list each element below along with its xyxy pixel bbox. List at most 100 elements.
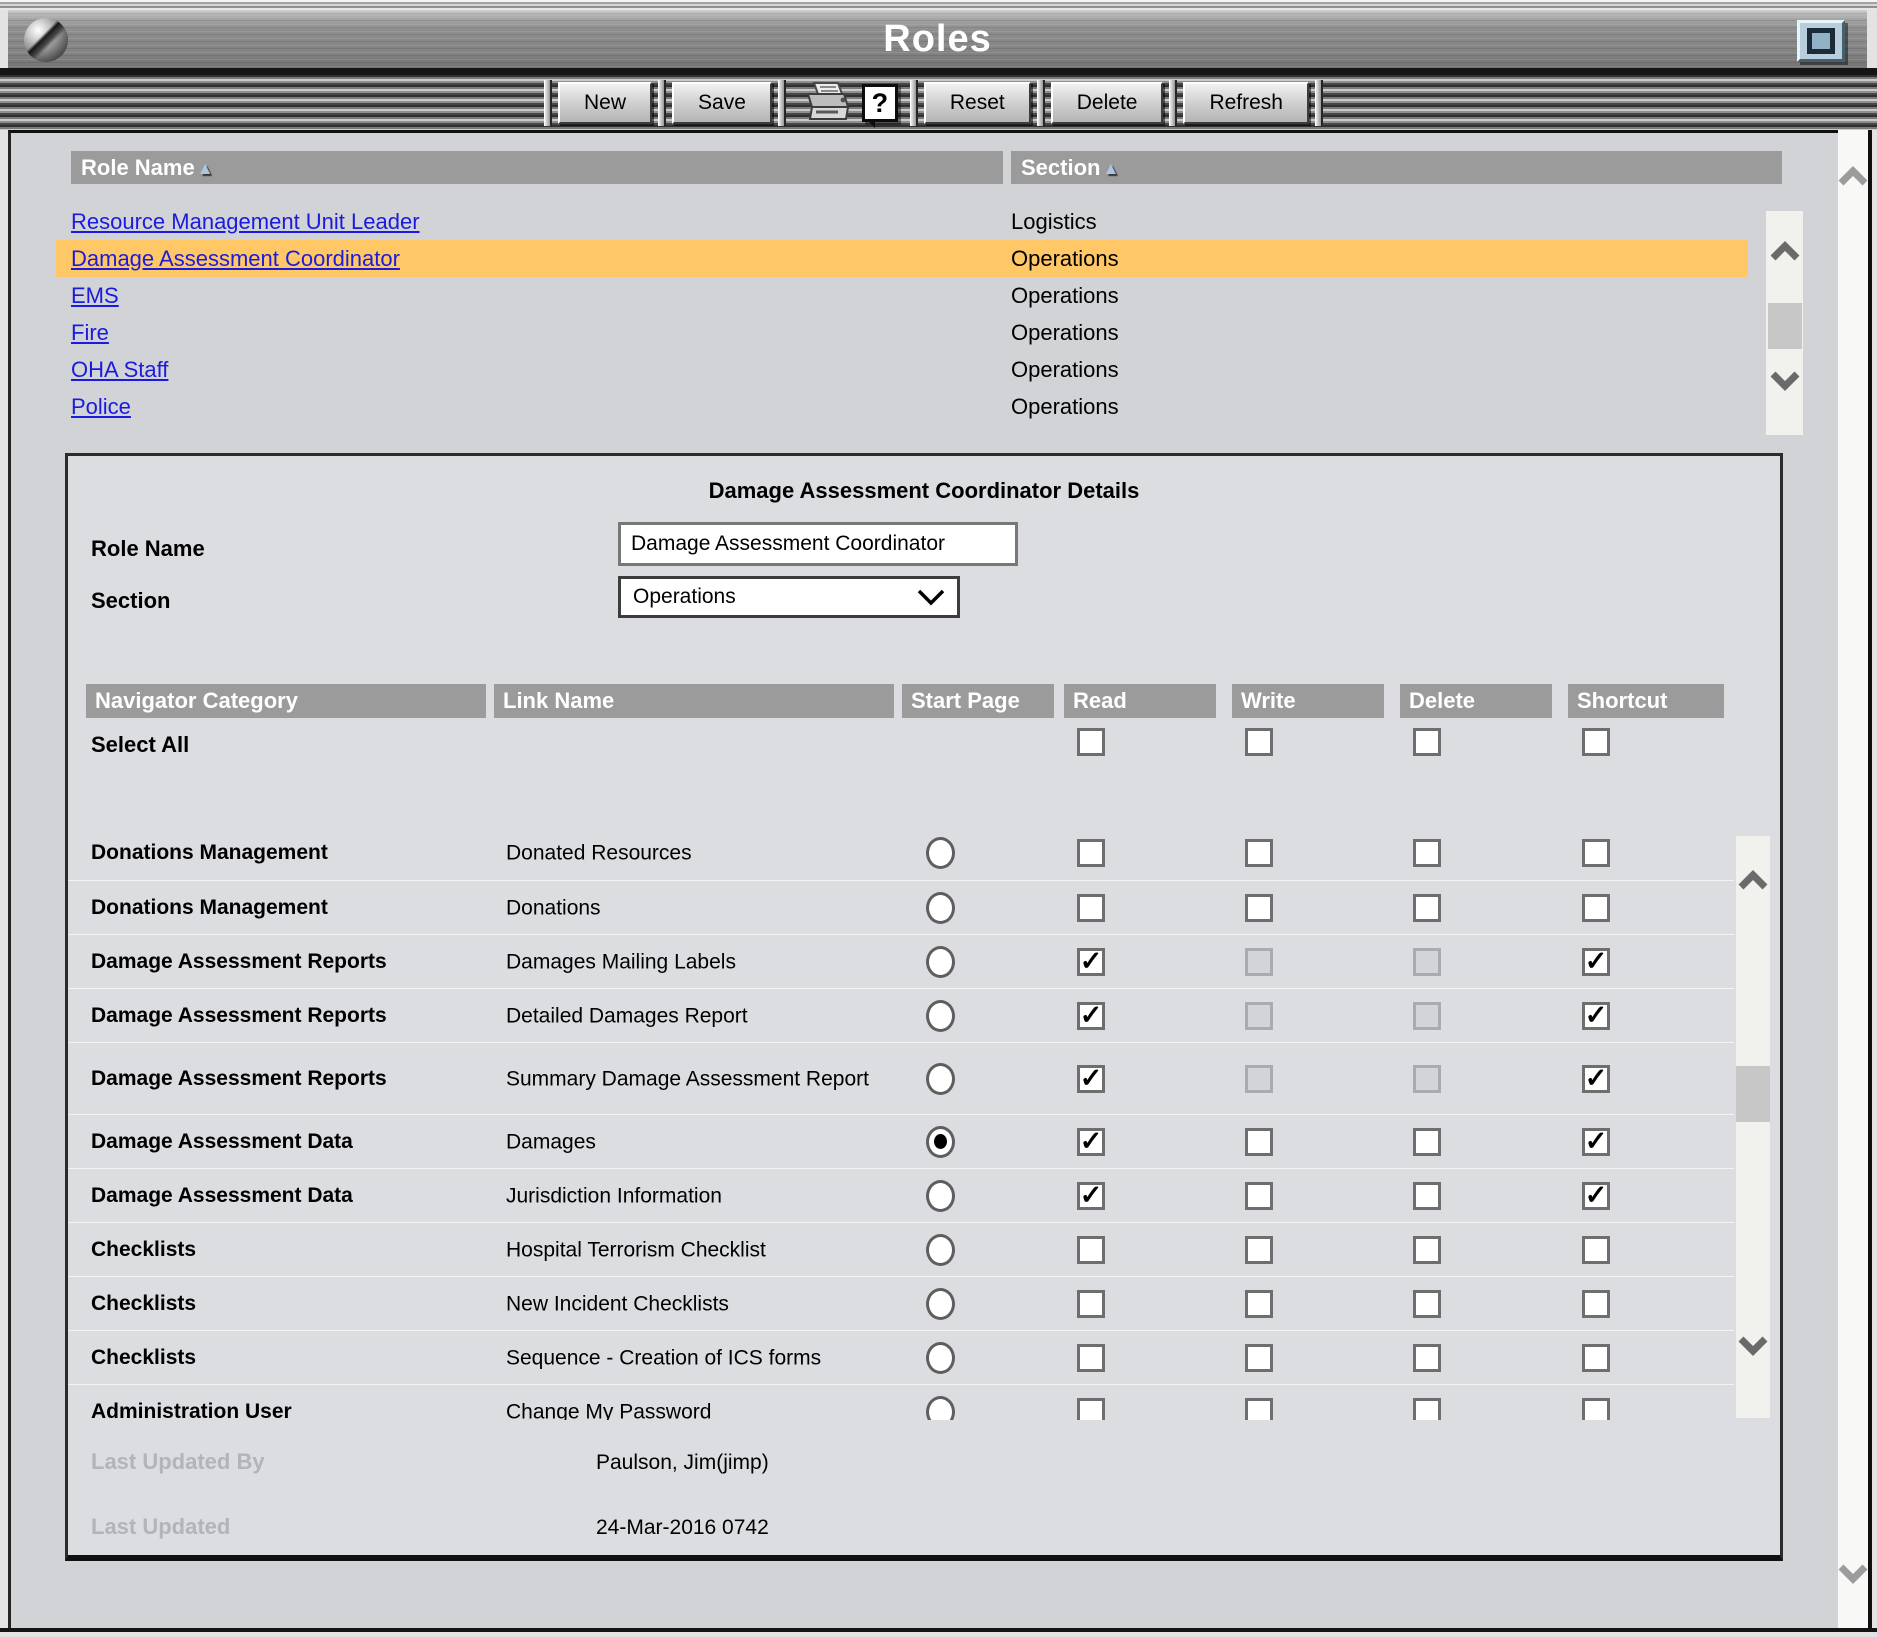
new-button[interactable]: New — [558, 82, 652, 124]
delete-checkbox[interactable] — [1413, 1398, 1441, 1421]
write-checkbox — [1245, 948, 1273, 976]
role-row: FireOperations — [56, 314, 1748, 351]
shortcut-checkbox[interactable] — [1582, 1398, 1610, 1421]
start-page-radio[interactable] — [926, 1126, 955, 1158]
scroll-down-icon[interactable] — [1838, 1564, 1868, 1584]
read-checkbox[interactable] — [1077, 1344, 1105, 1372]
write-header: Write — [1232, 684, 1384, 718]
delete-checkbox[interactable] — [1413, 1290, 1441, 1318]
write-checkbox — [1245, 1002, 1273, 1030]
toolbar-separator — [1037, 80, 1045, 126]
print-button[interactable] — [798, 81, 850, 125]
write-checkbox[interactable] — [1245, 1290, 1273, 1318]
start-page-radio[interactable] — [926, 1180, 955, 1212]
start-page-radio[interactable] — [926, 1234, 955, 1266]
write-checkbox[interactable] — [1245, 894, 1273, 922]
delete-button[interactable]: Delete — [1051, 82, 1164, 124]
select-all-read-checkbox[interactable] — [1077, 728, 1105, 756]
shortcut-checkbox[interactable] — [1582, 839, 1610, 867]
delete-checkbox[interactable] — [1413, 894, 1441, 922]
start-page-radio[interactable] — [926, 1342, 955, 1374]
start-page-radio[interactable] — [926, 1288, 955, 1320]
scroll-up-icon[interactable] — [1770, 241, 1800, 261]
start-page-radio[interactable] — [926, 946, 955, 978]
delete-checkbox[interactable] — [1413, 1344, 1441, 1372]
delete-checkbox[interactable] — [1413, 839, 1441, 867]
write-checkbox[interactable] — [1245, 1182, 1273, 1210]
section-column-header[interactable]: Section▲ — [1011, 151, 1782, 184]
role-name-link[interactable]: Resource Management Unit Leader — [71, 209, 420, 234]
scroll-down-icon[interactable] — [1738, 1336, 1768, 1356]
delete-checkbox[interactable] — [1413, 1182, 1441, 1210]
help-icon: ? — [862, 84, 898, 122]
permissions-scrollbar[interactable] — [1736, 836, 1770, 1418]
delete-header: Delete — [1400, 684, 1552, 718]
navigator-category-cell: Donations Management — [91, 841, 328, 865]
read-checkbox[interactable]: ✓ — [1077, 1182, 1105, 1210]
role-name-link[interactable]: Police — [71, 394, 131, 419]
select-all-delete-checkbox[interactable] — [1413, 728, 1441, 756]
role-name-column-header[interactable]: Role Name▲ — [71, 151, 1003, 184]
write-checkbox[interactable] — [1245, 839, 1273, 867]
last-updated-by-label: Last Updated By — [91, 1449, 265, 1475]
role-name-link[interactable]: EMS — [71, 283, 119, 308]
scroll-down-icon[interactable] — [1770, 371, 1800, 391]
scroll-up-icon[interactable] — [1838, 166, 1868, 186]
role-name-link[interactable]: Fire — [71, 320, 109, 345]
permission-row: Donations ManagementDonations — [68, 880, 1734, 934]
read-checkbox[interactable] — [1077, 1236, 1105, 1264]
read-checkbox[interactable]: ✓ — [1077, 1065, 1105, 1093]
start-page-radio[interactable] — [926, 1000, 955, 1032]
permission-row: Damage Assessment ReportsDetailed Damage… — [68, 988, 1734, 1042]
toolbar-separator — [1315, 80, 1323, 126]
shortcut-checkbox[interactable] — [1582, 1344, 1610, 1372]
shortcut-checkbox[interactable]: ✓ — [1582, 1065, 1610, 1093]
shortcut-checkbox[interactable]: ✓ — [1582, 948, 1610, 976]
shortcut-checkbox[interactable]: ✓ — [1582, 1182, 1610, 1210]
navigator-category-cell: Damage Assessment Data — [91, 1130, 353, 1154]
read-checkbox[interactable]: ✓ — [1077, 1002, 1105, 1030]
read-checkbox[interactable] — [1077, 1290, 1105, 1318]
write-checkbox[interactable] — [1245, 1344, 1273, 1372]
read-checkbox[interactable] — [1077, 839, 1105, 867]
reset-button[interactable]: Reset — [924, 82, 1031, 124]
shortcut-checkbox[interactable] — [1582, 894, 1610, 922]
read-checkbox[interactable]: ✓ — [1077, 948, 1105, 976]
save-button[interactable]: Save — [672, 82, 772, 124]
page-scrollbar[interactable] — [1838, 130, 1872, 1628]
start-page-radio[interactable] — [926, 892, 955, 924]
shortcut-checkbox[interactable] — [1582, 1290, 1610, 1318]
start-page-radio[interactable] — [926, 1063, 955, 1095]
shortcut-checkbox[interactable] — [1582, 1236, 1610, 1264]
scroll-up-icon[interactable] — [1738, 870, 1768, 890]
select-all-write-checkbox[interactable] — [1245, 728, 1273, 756]
read-checkbox[interactable] — [1077, 894, 1105, 922]
help-button[interactable]: ? — [862, 84, 898, 122]
refresh-button[interactable]: Refresh — [1183, 82, 1309, 124]
role-name-input[interactable] — [618, 522, 1018, 566]
start-page-radio[interactable] — [926, 837, 955, 869]
sort-ascending-icon: ▲ — [197, 159, 214, 178]
role-name-link[interactable]: Damage Assessment Coordinator — [71, 246, 400, 271]
roles-scrollbar-thumb[interactable] — [1768, 303, 1802, 349]
roles-list-scrollbar[interactable] — [1766, 211, 1803, 435]
write-checkbox[interactable] — [1245, 1236, 1273, 1264]
shortcut-checkbox[interactable]: ✓ — [1582, 1002, 1610, 1030]
role-section-cell: Operations — [1011, 357, 1119, 383]
delete-checkbox — [1413, 1065, 1441, 1093]
delete-checkbox[interactable] — [1413, 1236, 1441, 1264]
delete-checkbox[interactable] — [1413, 1128, 1441, 1156]
write-checkbox[interactable] — [1245, 1398, 1273, 1421]
write-checkbox[interactable] — [1245, 1128, 1273, 1156]
restore-window-button[interactable] — [1797, 20, 1845, 62]
read-checkbox[interactable] — [1077, 1398, 1105, 1421]
select-all-shortcut-checkbox[interactable] — [1582, 728, 1610, 756]
shortcut-checkbox[interactable]: ✓ — [1582, 1128, 1610, 1156]
start-page-radio[interactable] — [926, 1396, 955, 1421]
link-name-cell: New Incident Checklists — [506, 1290, 886, 1317]
section-select[interactable]: Operations — [618, 576, 960, 618]
role-name-link[interactable]: OHA Staff — [71, 357, 168, 382]
role-row: OHA Staff Operations — [56, 351, 1748, 388]
permissions-scrollbar-thumb[interactable] — [1736, 1066, 1770, 1122]
read-checkbox[interactable]: ✓ — [1077, 1128, 1105, 1156]
